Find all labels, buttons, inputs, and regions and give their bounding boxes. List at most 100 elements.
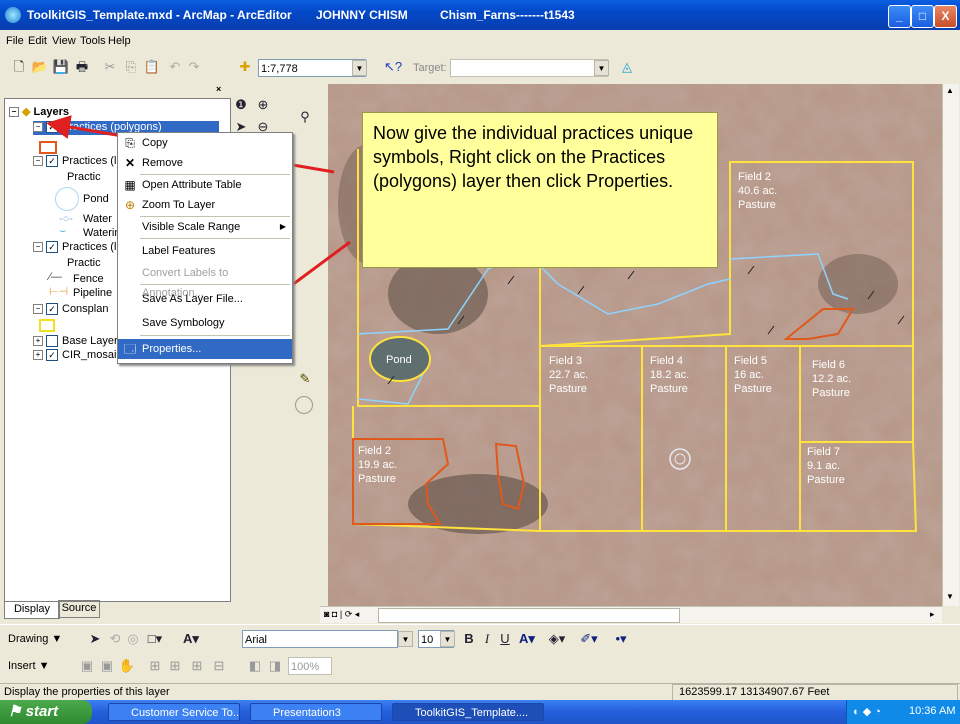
collapse-icon[interactable]: −: [33, 156, 43, 167]
layer-checkbox[interactable]: ✓: [46, 155, 58, 168]
toc-close-icon[interactable]: ×: [216, 84, 221, 94]
add-data-icon[interactable]: ✚: [236, 58, 254, 76]
task-toolkitgis[interactable]: ToolkitGIS_Template....: [392, 703, 544, 721]
zoom-fixed-icon[interactable]: ⊞: [166, 657, 184, 675]
menu-view[interactable]: View: [52, 35, 76, 47]
layer-checkbox[interactable]: ✓: [46, 241, 58, 254]
zoom-percent-combo[interactable]: 100%: [288, 657, 332, 675]
map-scale-combo[interactable]: 1:7,778: [258, 59, 366, 77]
toc-layer-consplan[interactable]: − ✓ Consplan: [33, 303, 108, 316]
zoom-previous-icon[interactable]: ⊟: [210, 657, 228, 675]
window-title: ToolkitGIS_Template.mxd - ArcMap - ArcEd…: [27, 8, 292, 22]
select-elements-icon[interactable]: ➤: [86, 630, 104, 648]
identify-icon[interactable]: ❶: [232, 96, 250, 114]
drawing-menu[interactable]: Drawing ▼: [8, 633, 62, 645]
toc-layer-base[interactable]: + Base Layer: [33, 335, 118, 348]
tab-source[interactable]: Source: [58, 600, 100, 618]
rotate-icon[interactable]: ⟲: [106, 630, 124, 648]
expand-icon[interactable]: +: [33, 350, 43, 361]
scroll-thumb[interactable]: [378, 608, 680, 623]
menu-item-label-features[interactable]: Label Features: [118, 241, 292, 261]
menu-tools[interactable]: Tools: [80, 35, 106, 47]
minimize-button[interactable]: _: [888, 5, 911, 28]
collapse-icon[interactable]: −: [33, 122, 43, 133]
pan-icon[interactable]: ✋: [118, 657, 136, 675]
zoom-in-icon[interactable]: ⊕: [254, 96, 272, 114]
task-customer-service[interactable]: Customer Service To...: [108, 703, 240, 721]
menu-item-remove[interactable]: ✕ Remove: [118, 153, 292, 173]
forward-extent-icon[interactable]: ◨: [266, 657, 284, 675]
pencil-icon[interactable]: ✎: [296, 370, 314, 388]
undo-icon[interactable]: ↶: [166, 58, 184, 76]
menu-item-attribute-table[interactable]: ▦ Open Attribute Table: [118, 175, 292, 195]
layer-checkbox[interactable]: [46, 335, 58, 348]
line-color-icon[interactable]: ✐▾: [580, 630, 598, 648]
print-icon[interactable]: 🖶: [73, 58, 91, 76]
expand-icon[interactable]: +: [33, 336, 43, 347]
tab-display[interactable]: Display: [4, 602, 60, 619]
toc-layer-practices-lines[interactable]: − ✓ Practices (l: [33, 241, 116, 254]
menu-item-save-layer-file[interactable]: Save As Layer File...: [118, 289, 292, 309]
font-dropdown-icon[interactable]: ▼: [398, 631, 413, 647]
zoom-page-icon[interactable]: ⊞: [188, 657, 206, 675]
scroll-right-icon[interactable]: ▸: [930, 609, 935, 620]
zoom-100-icon[interactable]: ⊞: [146, 657, 164, 675]
layer-checkbox[interactable]: ✓: [46, 303, 58, 316]
scroll-up-icon[interactable]: ▲: [946, 86, 954, 95]
layout-view-icons[interactable]: ◙ ◘ | ⟳ ◂: [324, 609, 359, 620]
open-folder-icon[interactable]: 📂: [31, 58, 49, 76]
start-button[interactable]: ⚑ start: [0, 700, 92, 724]
tray-icons[interactable]: ◐ ◆ ◔: [853, 705, 881, 718]
underline-icon[interactable]: U: [496, 630, 514, 648]
font-combo[interactable]: Arial: [242, 630, 398, 648]
sketch-tool-icon[interactable]: ◬: [618, 58, 636, 76]
redo-icon[interactable]: ↷: [185, 58, 203, 76]
layer-checkbox[interactable]: ✓: [46, 121, 58, 134]
maximize-button[interactable]: □: [911, 5, 934, 28]
task-presentation[interactable]: Presentation3: [250, 703, 382, 721]
menu-help[interactable]: Help: [108, 35, 131, 47]
menu-item-visible-scale-range[interactable]: Visible Scale Range ▶: [118, 217, 292, 237]
bold-icon[interactable]: B: [460, 630, 478, 648]
target-combo[interactable]: [450, 59, 608, 77]
copy-tb-icon[interactable]: ⎘: [122, 58, 140, 76]
font-size-dropdown-icon[interactable]: ▼: [440, 631, 455, 647]
find-icon[interactable]: ⚲: [296, 108, 314, 126]
text-tool-icon[interactable]: A▾: [182, 630, 200, 648]
scroll-down-icon[interactable]: ▼: [946, 592, 954, 601]
toc-layer-practices-points[interactable]: − ✓ Practices (l: [33, 155, 116, 168]
circle-tool-icon[interactable]: [295, 396, 313, 414]
marker-color-icon[interactable]: •▾: [612, 630, 630, 648]
fill-color-icon[interactable]: ◈▾: [548, 630, 566, 648]
insert-menu[interactable]: Insert ▼: [8, 660, 49, 672]
new-doc-icon[interactable]: 🗋: [10, 58, 28, 76]
map-horizontal-scrollbar[interactable]: ◙ ◘ | ⟳ ◂ ▸: [320, 606, 942, 623]
menu-file[interactable]: File: [6, 35, 24, 47]
paste-icon[interactable]: 📋: [143, 58, 161, 76]
editor-help-icon[interactable]: ↖?: [384, 58, 402, 76]
zoom-whole-page-icon[interactable]: ◎: [124, 630, 142, 648]
zoom-out-fixed-icon[interactable]: ▣: [98, 657, 116, 675]
layer-checkbox[interactable]: ✓: [46, 349, 58, 362]
scale-dropdown-icon[interactable]: ▼: [352, 60, 367, 76]
back-extent-icon[interactable]: ◧: [246, 657, 264, 675]
toc-root[interactable]: − ◆ Layers: [9, 105, 69, 118]
collapse-icon[interactable]: −: [33, 242, 43, 253]
close-button[interactable]: X: [934, 5, 957, 28]
italic-icon[interactable]: I: [478, 630, 496, 648]
collapse-icon[interactable]: −: [9, 107, 19, 118]
menu-item-properties[interactable]: 🗔 Properties...: [118, 339, 292, 359]
save-icon[interactable]: 💾: [52, 58, 70, 76]
menu-item-save-symbology[interactable]: Save Symbology: [118, 313, 292, 333]
collapse-icon[interactable]: −: [33, 304, 43, 315]
font-color-icon[interactable]: A▾: [518, 630, 536, 648]
map-vertical-scrollbar[interactable]: ▲ ▼: [942, 84, 959, 606]
rectangle-tool-icon[interactable]: □▾: [146, 630, 164, 648]
target-dropdown-icon[interactable]: ▼: [594, 60, 609, 76]
toc-layer-cir[interactable]: + ✓ CIR_mosai: [33, 349, 116, 362]
zoom-in-fixed-icon[interactable]: ▣: [78, 657, 96, 675]
cut-icon[interactable]: ✂: [101, 58, 119, 76]
menu-edit[interactable]: Edit: [28, 35, 47, 47]
menu-item-zoom-to-layer[interactable]: ⊕ Zoom To Layer: [118, 195, 292, 215]
menu-item-copy[interactable]: ⎘ Copy: [118, 133, 292, 153]
